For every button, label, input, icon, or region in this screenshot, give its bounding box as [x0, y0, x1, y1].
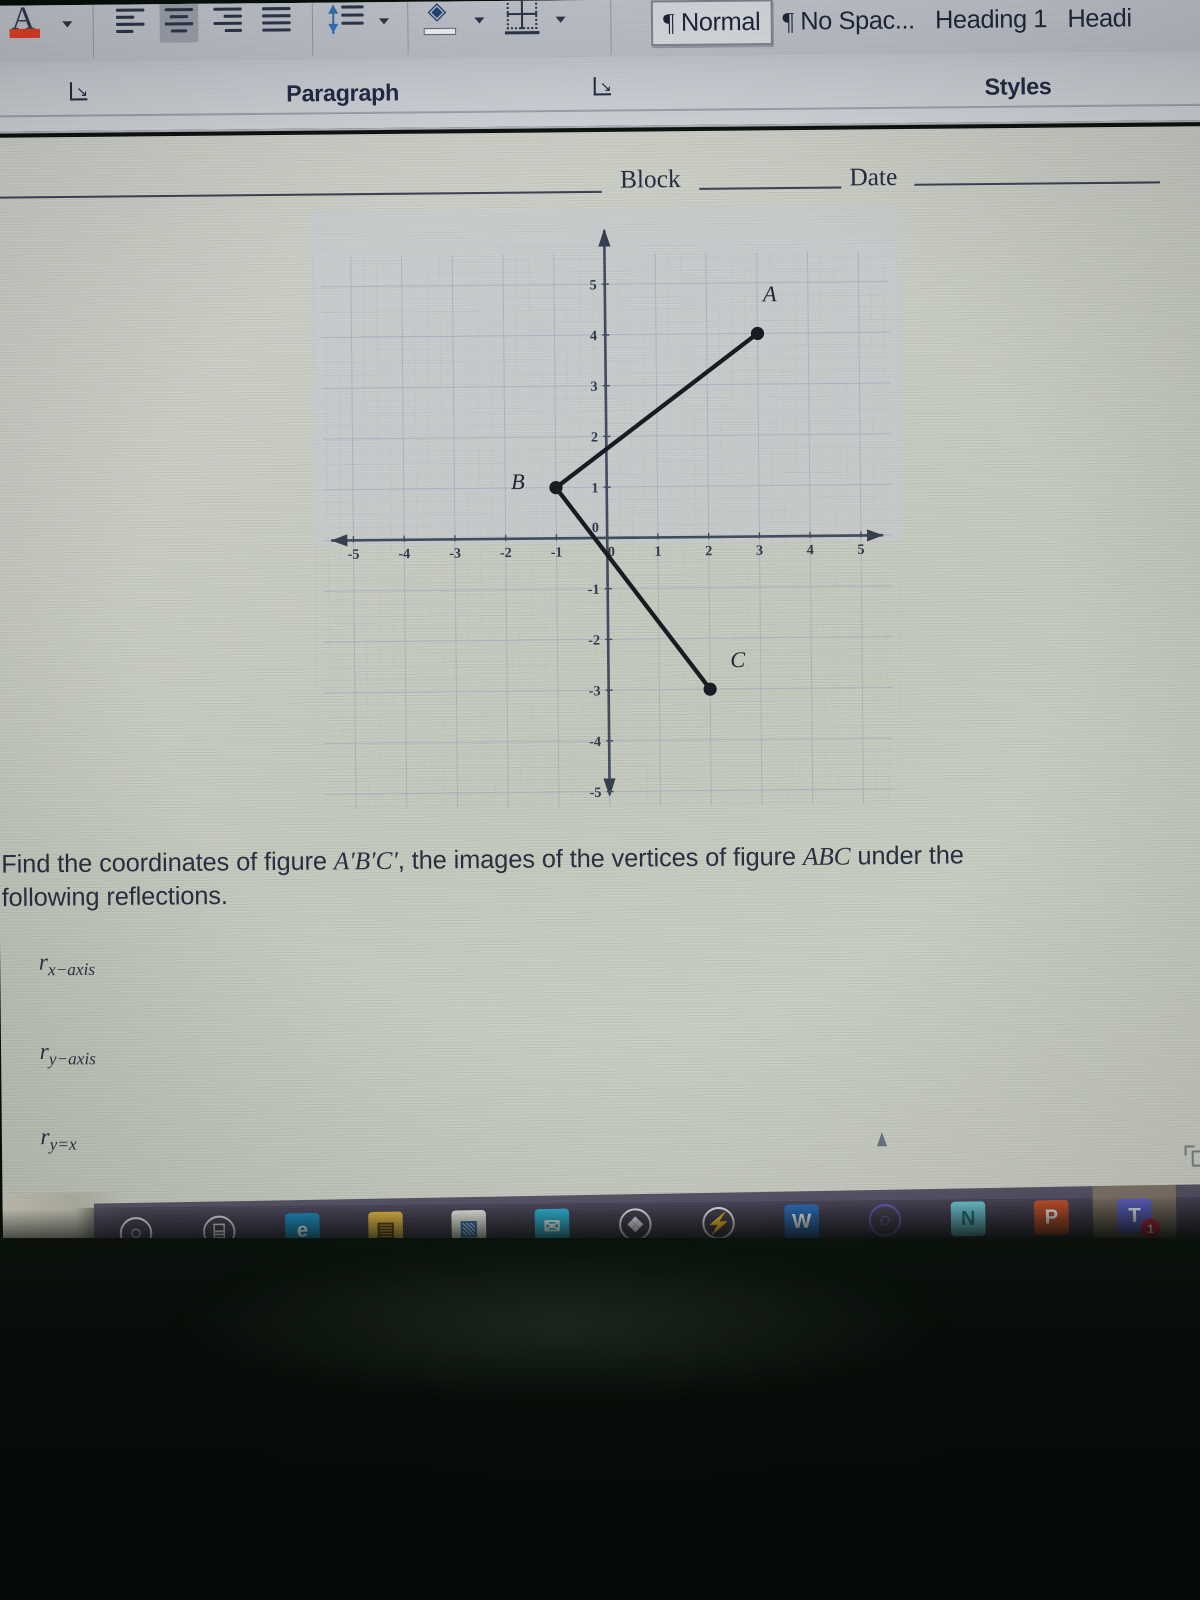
word-icon-glyph: W [784, 1204, 820, 1240]
shading-dropdown-icon[interactable] [474, 17, 485, 24]
svg-text:2: 2 [591, 430, 598, 446]
svg-text:-4: -4 [398, 546, 410, 562]
paragraph-dialog-launcher-left[interactable]: ↘ [69, 80, 90, 103]
svg-text:-5: -5 [590, 785, 602, 801]
align-right-button[interactable] [208, 1, 247, 42]
monitor-screen-area: A ◈ ¶ Normal ¶ No Spac... Heading 1 Head… [0, 0, 1200, 1270]
reflection-item-x-axis[interactable]: rx−axis [39, 949, 95, 981]
coordinate-plane-figure: -5 -4 -3 -2 -1 0 1 2 3 4 5 5 4 3 2 1 0 -1 -2 -3 -4 -5 ABC [309, 205, 904, 810]
powerpoint-icon-glyph: P [1033, 1199, 1069, 1235]
focus-mode-icon[interactable] [1184, 1145, 1200, 1172]
svg-text:-3: -3 [449, 546, 461, 562]
block-label: Block [619, 165, 681, 194]
svg-text:3: 3 [756, 543, 763, 559]
y-axis-down-arrow [603, 778, 616, 797]
reflection-yx-subscript: y=x [49, 1134, 77, 1154]
styles-group-label: Styles [984, 72, 1052, 100]
text-cursor-indicator [876, 1132, 888, 1147]
svg-text:-1: -1 [588, 582, 600, 598]
shading-button[interactable]: ◈ [419, 0, 464, 42]
svg-text:-5: -5 [348, 547, 360, 563]
justify-button[interactable] [257, 1, 296, 42]
office-icon-glyph: ○ [868, 1203, 902, 1237]
svg-text:5: 5 [857, 542, 864, 558]
style-normal[interactable]: ¶ Normal [650, 0, 773, 46]
reflection-item-y-equals-x[interactable]: ry=x [40, 1124, 76, 1155]
style-heading-1-label: Heading 1 [934, 4, 1048, 34]
align-left-button[interactable] [111, 2, 150, 43]
reflection-y-axis-prefix: r [39, 1038, 49, 1065]
paragraph-group-label: Paragraph [286, 79, 400, 107]
style-heading-2[interactable]: Headi [1057, 0, 1142, 40]
paint-bucket-icon: ◈ [427, 0, 447, 26]
svg-text:-3: -3 [589, 683, 601, 699]
question-text: Find the coordinates of figure A′B′C′, t… [1, 837, 1154, 916]
svg-text:2: 2 [705, 543, 712, 559]
font-color-button[interactable]: A [5, 0, 52, 46]
photo-of-laptop-screen: A ◈ ¶ Normal ¶ No Spac... Heading 1 Head… [0, 0, 1200, 1600]
question-line-2: following reflections. [1, 881, 229, 913]
svg-text:3: 3 [590, 379, 597, 395]
svg-text:C: C [730, 647, 746, 672]
svg-text:1: 1 [654, 544, 661, 560]
svg-text:-2: -2 [500, 545, 512, 561]
question-part-3: under the [850, 841, 964, 871]
svg-text:4: 4 [807, 542, 814, 558]
reflection-x-axis-subscript: x−axis [47, 959, 96, 980]
style-normal-pilcrow: ¶ [663, 8, 675, 37]
reflection-x-axis-prefix: r [38, 949, 48, 975]
svg-text:-1: -1 [551, 545, 563, 561]
svg-text:4: 4 [590, 328, 597, 344]
svg-text:A: A [761, 281, 777, 306]
coordinate-plane-svg: -5 -4 -3 -2 -1 0 1 2 3 4 5 543210-1-2-3-4-5 ABC [309, 205, 902, 810]
paragraph-dialog-launcher-right[interactable]: ↘ [593, 75, 614, 98]
style-no-spacing-pilcrow: ¶ [782, 7, 794, 36]
styles-gallery: ¶ Normal ¶ No Spac... Heading 1 Headi [650, 0, 1142, 56]
document-page[interactable]: Block Date -5 -4 -3 -2 -1 0 1 2 3 4 5 5 … [0, 125, 1200, 1209]
svg-text:B: B [511, 469, 525, 494]
svg-text:-4: -4 [589, 734, 601, 750]
block-blank-line [699, 186, 842, 190]
worksheet-header-row: Block Date [0, 149, 1200, 211]
svg-text:-2: -2 [588, 633, 600, 649]
svg-text:5: 5 [589, 277, 596, 293]
dropbox-icon-glyph: ❖ [618, 1208, 652, 1242]
onenote-icon-glyph: N [950, 1201, 986, 1237]
question-figure: ABC [802, 843, 851, 871]
date-label: Date [849, 163, 898, 192]
line-spacing-dropdown-icon[interactable] [378, 18, 390, 25]
style-normal-label: Normal [680, 7, 761, 37]
question-figure-prime: A′B′C′ [333, 847, 398, 876]
borders-button[interactable] [500, 0, 545, 42]
reflection-yx-prefix: r [40, 1123, 50, 1150]
svg-text:1: 1 [591, 480, 598, 496]
date-blank-line [914, 181, 1161, 186]
align-center-button[interactable] [159, 1, 199, 43]
style-heading-1[interactable]: Heading 1 [925, 0, 1058, 41]
line-spacing-button[interactable] [324, 0, 371, 43]
style-no-spacing-label: No Spac... [800, 5, 915, 36]
name-blank-line [0, 190, 602, 199]
font-color-dropdown-icon[interactable] [62, 21, 73, 28]
reflection-item-y-axis[interactable]: ry−axis [40, 1038, 96, 1070]
word-ribbon: A ◈ ¶ Normal ¶ No Spac... Heading 1 Head… [0, 0, 1200, 134]
teams-icon-badge: 1 [1140, 1218, 1161, 1239]
style-no-spacing[interactable]: ¶ No Spac... [772, 0, 925, 42]
question-part-1: Find the coordinates of figure [1, 847, 334, 879]
font-color-swatch [9, 28, 41, 39]
bezel-reflection-glow [180, 1250, 940, 1400]
lightning-icon-glyph: ⚡ [702, 1206, 736, 1240]
borders-dropdown-icon[interactable] [555, 16, 566, 23]
style-heading-2-label: Headi [1067, 3, 1132, 33]
reflection-y-axis-subscript: y−axis [48, 1048, 96, 1069]
question-part-2: , the images of the vertices of figure [397, 842, 804, 875]
